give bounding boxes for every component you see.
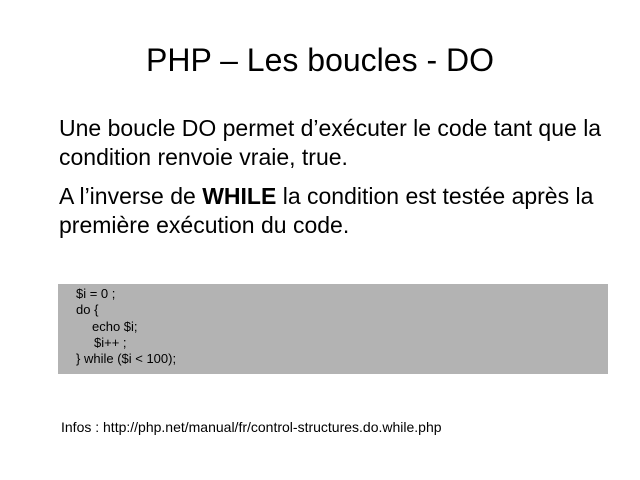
intro-paragraph: Une boucle DO permet d’exécuter le code … — [59, 115, 602, 170]
code-example-block: $i = 0 ; do { echo $i; $i++ ; } while ($… — [58, 284, 608, 374]
while-keyword: WHILE — [202, 183, 277, 209]
code-line-echo: echo $i; — [92, 319, 138, 334]
infos-link-text: Infos : http://php.net/manual/fr/control… — [61, 419, 442, 435]
while-comparison-paragraph: A l’inverse de WHILE la condition est te… — [59, 182, 619, 240]
code-line-increment: $i++ ; — [94, 335, 127, 350]
paragraph-text-before: A l’inverse de — [59, 183, 203, 209]
code-line-while-condition: } while ($i < 100); — [76, 351, 177, 366]
code-line-do: do { — [76, 302, 99, 317]
slide-title: PHP – Les boucles - DO — [145, 42, 494, 78]
code-line-init: $i = 0 ; — [76, 286, 116, 301]
